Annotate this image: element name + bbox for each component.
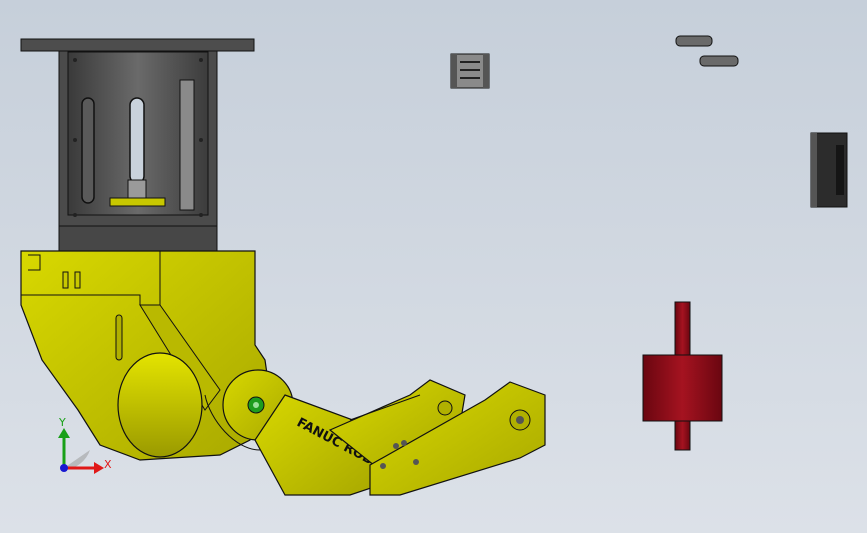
model-scene[interactable]: FANUC ROBO Y X (0, 0, 867, 533)
pulley-groove (836, 145, 844, 195)
x-axis-head (94, 462, 104, 474)
housing-bolt (199, 58, 203, 62)
housing-right-slot (179, 79, 195, 211)
z-axis-dot (60, 464, 68, 472)
washer-parts[interactable] (675, 35, 739, 67)
bracket-screw (62, 271, 69, 289)
y-axis-label: Y (58, 416, 66, 429)
housing-bolt (199, 138, 203, 142)
bushing-part[interactable] (642, 301, 723, 451)
finger-hole (401, 440, 407, 446)
housing-base-plate (58, 225, 218, 252)
housing-top-plate (20, 38, 255, 52)
x-axis-label: X (104, 458, 112, 471)
finger-hole (413, 459, 419, 465)
bushing-body (642, 354, 723, 422)
shaft-base-disc (109, 197, 166, 207)
y-axis-head (58, 428, 70, 438)
bracket-screw (74, 271, 81, 289)
finger-tip-hole (516, 416, 524, 424)
motor-housing[interactable] (20, 38, 255, 252)
housing-left-slot (81, 97, 95, 204)
washer-1 (675, 35, 713, 47)
housing-bolt (73, 213, 77, 217)
motor-shaft (129, 97, 145, 184)
housing-bolt (73, 138, 77, 142)
housing-bolt (73, 58, 77, 62)
housing-bolt (199, 213, 203, 217)
knuckle-cylinder (117, 352, 203, 458)
coupling-edge (483, 54, 489, 88)
pulley-part[interactable] (810, 132, 848, 208)
pulley-flange (811, 133, 817, 207)
coupling-edge (451, 54, 457, 88)
finger-hole (380, 463, 386, 469)
finger-hole (393, 443, 399, 449)
finger-pivot (437, 400, 453, 416)
washer-2 (699, 55, 739, 67)
bracket-slot (115, 314, 123, 361)
coupling-part[interactable] (450, 53, 490, 89)
shaft-collar (127, 179, 147, 199)
joint-marker-center (253, 402, 259, 408)
gripper-body[interactable]: FANUC ROBO (20, 250, 546, 496)
cad-graphics-area[interactable]: FANUC ROBO Y X (0, 0, 867, 533)
